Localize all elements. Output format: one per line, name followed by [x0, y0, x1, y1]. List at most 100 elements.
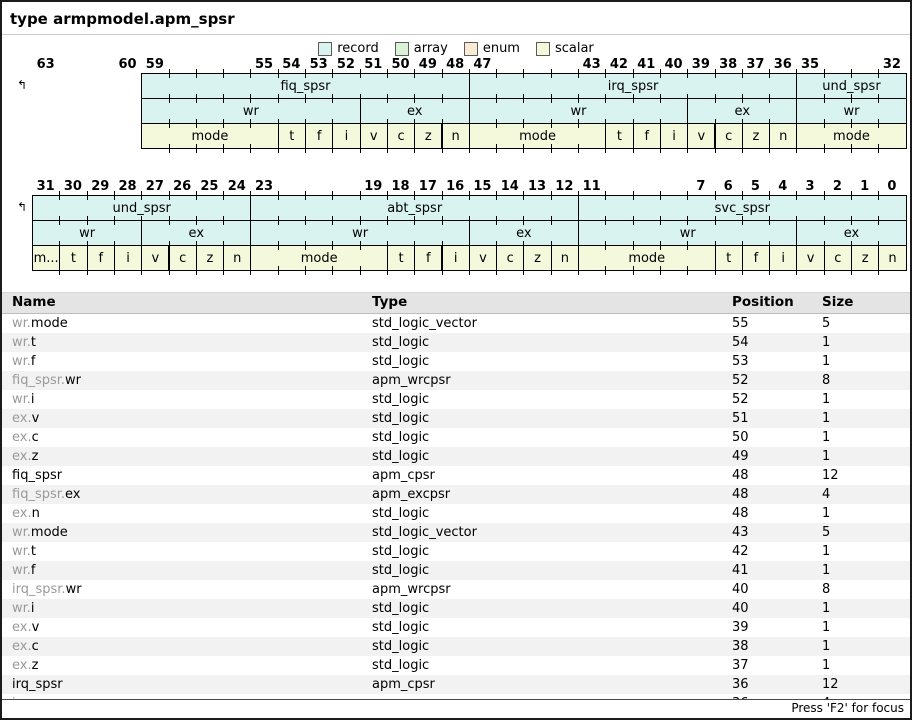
field-name: n [32, 506, 40, 521]
table-row[interactable]: ex.cstd_logic381 [2, 637, 910, 656]
bitfield-cell[interactable]: f [742, 245, 770, 271]
bit-tick [196, 216, 197, 225]
bitfield-cell[interactable]: c [496, 245, 524, 271]
field-name: mode [31, 316, 68, 331]
bitfield-cell[interactable]: z [742, 123, 770, 149]
table-row[interactable]: ex.zstd_logic491 [2, 447, 910, 466]
bitfield-cell[interactable]: n [878, 245, 906, 271]
bit-tick [633, 266, 634, 275]
table-row[interactable]: wr.modestd_logic_vector555 [2, 314, 910, 333]
column-header-name[interactable]: Name [2, 293, 362, 313]
bit-tick [824, 119, 825, 128]
bitfield-cell[interactable]: v [469, 245, 497, 271]
field-position-cell: 53 [722, 352, 812, 371]
bitfield-cell[interactable]: i [442, 245, 470, 271]
bit-tick [633, 119, 634, 128]
bit-tick [278, 119, 279, 128]
bitfield-cell[interactable]: t [387, 245, 415, 271]
bit-tick [223, 216, 224, 225]
bitfield-cell[interactable]: i [114, 245, 142, 271]
bitfield-cell[interactable]: i [660, 123, 688, 149]
bitfield-cell[interactable]: mode [141, 123, 279, 149]
table-row[interactable]: ex.vstd_logic511 [2, 409, 910, 428]
bit-tick [715, 266, 716, 275]
table-row[interactable]: wr.istd_logic521 [2, 390, 910, 409]
table-row[interactable]: ex.cstd_logic501 [2, 428, 910, 447]
bitfield-cell[interactable]: v [141, 245, 169, 271]
bit-tick [59, 241, 60, 250]
bit-index-label: 11 [578, 179, 605, 194]
bitfield-cell[interactable]: v [687, 123, 715, 149]
bitfield-cell[interactable]: v [360, 123, 388, 149]
fields-table: Name Type Position Size wr.modestd_logic… [2, 292, 910, 713]
bitfield-cell[interactable]: c [169, 245, 197, 271]
field-size-cell: 1 [812, 333, 912, 352]
bit-index-label: 40 [660, 57, 687, 72]
bitfield-cell[interactable]: i [769, 245, 797, 271]
bitfield-cell[interactable]: z [414, 123, 442, 149]
bit-tick [414, 266, 415, 275]
table-row[interactable]: wr.fstd_logic411 [2, 561, 910, 580]
table-row[interactable]: wr.tstd_logic541 [2, 333, 910, 352]
bit-index-label: 2 [824, 179, 851, 194]
bit-tick [332, 266, 333, 275]
bitfield-cell[interactable]: t [59, 245, 87, 271]
bit-tick [278, 144, 279, 153]
bit-tick [715, 216, 716, 225]
bit-tick [250, 191, 251, 200]
bitfield-cell[interactable]: z [196, 245, 224, 271]
bitfield-cell[interactable]: c [387, 123, 415, 149]
bitfield-cell[interactable]: f [414, 245, 442, 271]
bitfield-cell[interactable]: f [87, 245, 115, 271]
bitfield-cell[interactable]: i [332, 123, 360, 149]
bit-tick [387, 144, 388, 153]
bit-tick [169, 94, 170, 103]
bitfield-cell[interactable]: mode [578, 245, 716, 271]
bitfield-cell[interactable]: n [551, 245, 579, 271]
table-row[interactable]: ex.vstd_logic391 [2, 618, 910, 637]
bitfield-cell[interactable]: t [605, 123, 633, 149]
bit-tick [387, 94, 388, 103]
table-row[interactable]: wr.modestd_logic_vector435 [2, 523, 910, 542]
column-header-position[interactable]: Position [722, 293, 812, 313]
table-row[interactable]: wr.istd_logic401 [2, 599, 910, 618]
bitfield-cell[interactable]: n [769, 123, 797, 149]
bit-tick [878, 144, 879, 153]
bitfield-cell[interactable]: n [223, 245, 251, 271]
bit-tick [469, 191, 470, 200]
bitfield-cell[interactable]: z [851, 245, 879, 271]
bitfield-cell[interactable]: m... [32, 245, 60, 271]
bit-tick [605, 69, 606, 78]
bitfield-cell[interactable]: c [824, 245, 852, 271]
bitfield-cell[interactable]: c [715, 123, 743, 149]
column-header-size[interactable]: Size [812, 293, 912, 313]
table-row[interactable]: wr.fstd_logic531 [2, 352, 910, 371]
table-row[interactable]: ex.zstd_logic371 [2, 656, 910, 675]
bitfield-cell[interactable]: t [278, 123, 306, 149]
table-row[interactable]: fiq_spsr.wrapm_wrcpsr528 [2, 371, 910, 390]
bit-tick [223, 119, 224, 128]
bitfield-cell[interactable]: t [715, 245, 743, 271]
bitfield-cell[interactable]: n [442, 123, 470, 149]
bitfield-cell[interactable]: v [796, 245, 824, 271]
table-row[interactable]: irq_spsrapm_cpsr3612 [2, 675, 910, 694]
column-header-type[interactable]: Type [362, 293, 722, 313]
bit-index-label: 41 [633, 57, 660, 72]
bitfield-cell[interactable]: f [633, 123, 661, 149]
table-row[interactable]: fiq_spsrapm_cpsr4812 [2, 466, 910, 485]
bitfield-cell[interactable]: f [305, 123, 333, 149]
table-row[interactable]: irq_spsr.wrapm_wrcpsr408 [2, 580, 910, 599]
table-row[interactable]: fiq_spsr.exapm_excpsr484 [2, 485, 910, 504]
bitfield-cell[interactable]: mode [250, 245, 388, 271]
bit-tick [442, 216, 443, 225]
table-row[interactable]: wr.tstd_logic421 [2, 542, 910, 561]
bit-index-label: 48 [442, 57, 469, 72]
table-row[interactable]: ex.nstd_logic481 [2, 504, 910, 523]
bit-tick [278, 69, 279, 78]
field-name: t [31, 544, 36, 559]
bitfield-cell[interactable]: mode [469, 123, 607, 149]
bit-tick [796, 69, 797, 78]
field-name: mode [31, 525, 68, 540]
bitfield-cell[interactable]: z [523, 245, 551, 271]
field-type-cell: std_logic [362, 561, 722, 580]
